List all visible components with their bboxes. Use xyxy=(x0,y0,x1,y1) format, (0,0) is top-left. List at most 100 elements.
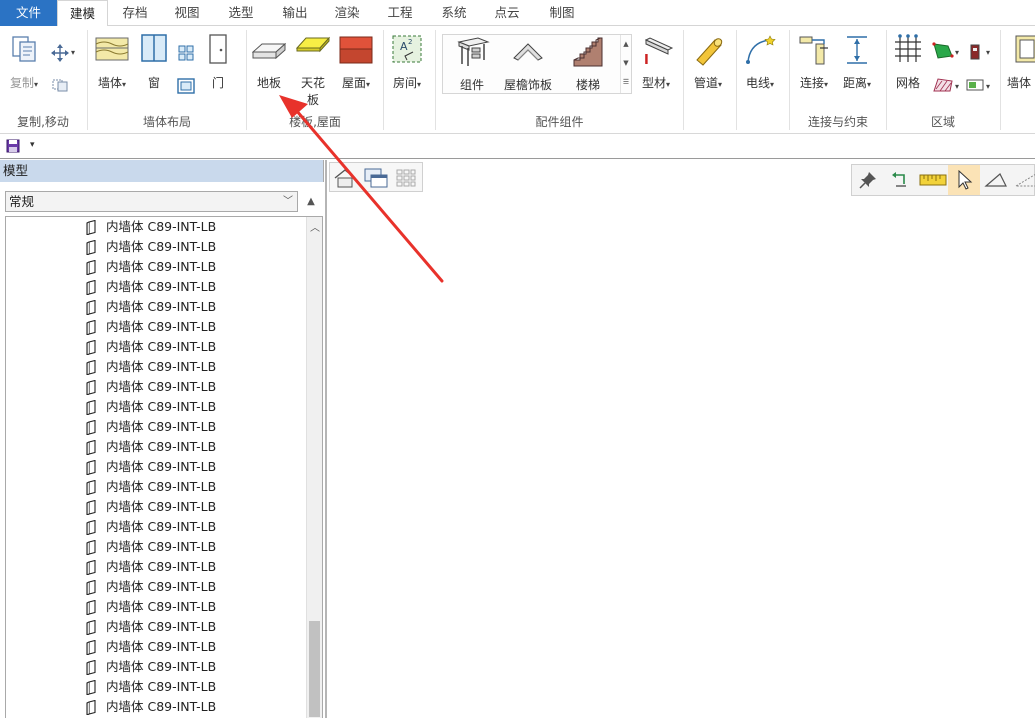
tree-item-label: 内墙体 C89-INT-LB xyxy=(106,279,217,294)
tab-render[interactable]: 渲染 xyxy=(322,0,372,26)
tab-selection[interactable]: 选型 xyxy=(214,0,268,26)
move-dropdown-caret[interactable]: ▾ xyxy=(71,48,75,57)
ceiling-slab-icon xyxy=(296,36,330,53)
copy-button[interactable]: 复制▾ xyxy=(4,32,44,92)
category-filter-select[interactable]: 常规 ﹀ xyxy=(5,191,298,212)
tree-item-label: 内墙体 C89-INT-LB xyxy=(106,259,217,274)
tree-scrollbar[interactable]: ︿ xyxy=(306,217,322,718)
connect-label: 连接 xyxy=(799,76,824,90)
tree-item-label: 内墙体 C89-INT-LB xyxy=(106,639,217,654)
ribbon-tab-bar: 文件 建模 存档 视图 选型 输出 渲染 工程 系统 点云 制图 xyxy=(0,0,1035,27)
tree-item-label: 内墙体 C89-INT-LB xyxy=(106,319,217,334)
wall-item-icon xyxy=(86,380,96,395)
group-label-components: 配件组件 xyxy=(535,115,584,129)
room-label: 房间 xyxy=(392,76,417,90)
tab-archive[interactable]: 存档 xyxy=(110,0,160,26)
eave-trim-button[interactable]: 屋檐饰板 xyxy=(500,34,556,94)
gallery-down-icon[interactable]: ▼ xyxy=(621,54,631,73)
select-pointer-button[interactable] xyxy=(948,165,980,195)
quick-access-toolbar: ▾ xyxy=(0,135,1035,159)
profile-button[interactable]: I 型材▾ xyxy=(636,32,676,92)
hatch-area-icon[interactable] xyxy=(932,77,954,93)
mirror-icon[interactable] xyxy=(52,78,68,92)
tree-item-label: 内墙体 C89-INT-LB xyxy=(106,499,217,514)
surface-area-icon[interactable] xyxy=(966,78,984,92)
tab-project[interactable]: 工程 xyxy=(374,0,426,26)
tab-drawing[interactable]: 制图 xyxy=(536,0,588,26)
area-polygon-icon[interactable] xyxy=(932,42,954,60)
pin-icon xyxy=(859,172,876,189)
door-label: 门 xyxy=(211,76,224,90)
wall-item-icon xyxy=(86,480,96,495)
area-dropdown-caret[interactable]: ▾ xyxy=(955,48,959,57)
wall-item-icon xyxy=(86,360,96,375)
surface-dropdown-caret[interactable]: ▾ xyxy=(986,82,990,91)
ceiling-button[interactable]: 天花 板 xyxy=(294,32,332,108)
tree-item-label: 内墙体 C89-INT-LB xyxy=(106,379,217,394)
slope-button[interactable] xyxy=(1012,165,1035,195)
wall-item-icon xyxy=(86,340,96,355)
gallery-expand-icon[interactable]: ☰ xyxy=(621,73,631,92)
window-button[interactable]: 窗 xyxy=(138,32,170,92)
window-label: 窗 xyxy=(147,76,160,90)
wire-button[interactable]: 电线▾ xyxy=(740,32,780,92)
tab-view[interactable]: 视图 xyxy=(162,0,212,26)
floor-slab-icon xyxy=(252,42,286,60)
wall-item-icon xyxy=(86,240,96,255)
window-icon xyxy=(141,34,167,62)
ruler-button[interactable] xyxy=(916,165,948,195)
chevron-down-icon[interactable]: ﹀ xyxy=(283,192,293,211)
distance-button[interactable]: 距离▾ xyxy=(836,32,878,92)
wall-surface-label: 墙体 xyxy=(1007,76,1032,90)
pipe-label: 管道 xyxy=(693,76,718,90)
pipe-button[interactable]: 管道▾ xyxy=(688,32,728,92)
collapse-up-icon[interactable]: ▲ xyxy=(303,194,319,210)
connect-button[interactable]: 连接▾ xyxy=(794,32,834,92)
hatch-dropdown-caret[interactable]: ▾ xyxy=(955,82,959,91)
move-icon[interactable] xyxy=(50,43,70,63)
tab-point-cloud[interactable]: 点云 xyxy=(482,0,532,26)
room-button[interactable]: A 2 房间▾ xyxy=(386,32,428,92)
rotate-snap-button[interactable] xyxy=(884,165,916,195)
grid-button[interactable]: 网格 xyxy=(890,32,926,92)
tree-item-label: 内墙体 C89-INT-LB xyxy=(106,219,217,234)
tree-item-label: 内墙体 C89-INT-LB xyxy=(106,299,217,314)
angle-button[interactable] xyxy=(980,165,1012,195)
customize-toolbar-icon[interactable]: ▾ xyxy=(30,140,35,150)
floor-button[interactable]: 地板 xyxy=(250,32,288,92)
tree-item-label: 内墙体 C89-INT-LB xyxy=(106,519,217,534)
wall-item-icon xyxy=(86,580,96,595)
windows-tile-icon[interactable] xyxy=(396,169,416,187)
wall-button[interactable]: 墙体▾ xyxy=(92,32,132,92)
wall-item-icon xyxy=(86,620,96,635)
wire-icon xyxy=(746,35,776,64)
tab-file[interactable]: 文件 xyxy=(0,0,57,26)
niche-icon[interactable] xyxy=(177,78,195,94)
profile-icon: I xyxy=(644,37,674,68)
tab-modeling[interactable]: 建模 xyxy=(57,0,108,27)
model-viewport[interactable] xyxy=(327,160,1035,718)
slope-icon xyxy=(1014,174,1035,187)
save-icon[interactable] xyxy=(6,139,20,153)
door-button[interactable]: 门 xyxy=(202,32,234,92)
copy-label: 复制 xyxy=(9,76,34,90)
wall-surface-button[interactable]: 墙体 xyxy=(1004,32,1035,92)
gallery-up-icon[interactable]: ▲ xyxy=(621,35,631,54)
tab-output[interactable]: 输出 xyxy=(270,0,320,26)
tab-system[interactable]: 系统 xyxy=(428,0,480,26)
opening-grid-icon[interactable] xyxy=(178,45,194,61)
wall-item-icon xyxy=(86,400,96,415)
scrollbar-thumb[interactable] xyxy=(309,621,320,717)
stair-button[interactable]: 楼梯 xyxy=(566,34,610,94)
wall-item-icon xyxy=(86,320,96,335)
windows-cascade-icon[interactable] xyxy=(363,167,389,189)
scroll-up-icon[interactable]: ︿ xyxy=(307,219,322,234)
column-icon[interactable] xyxy=(968,44,982,60)
home-view-icon[interactable] xyxy=(333,168,357,188)
connect-icon xyxy=(799,36,828,65)
column-dropdown-caret[interactable]: ▾ xyxy=(986,48,990,57)
pin-button[interactable] xyxy=(852,165,884,195)
component-button[interactable]: 组件 xyxy=(450,34,494,94)
gallery-scrollbar[interactable]: ▲ ▼ ☰ xyxy=(620,35,631,93)
roof-button[interactable]: 屋面▾ xyxy=(336,32,376,92)
